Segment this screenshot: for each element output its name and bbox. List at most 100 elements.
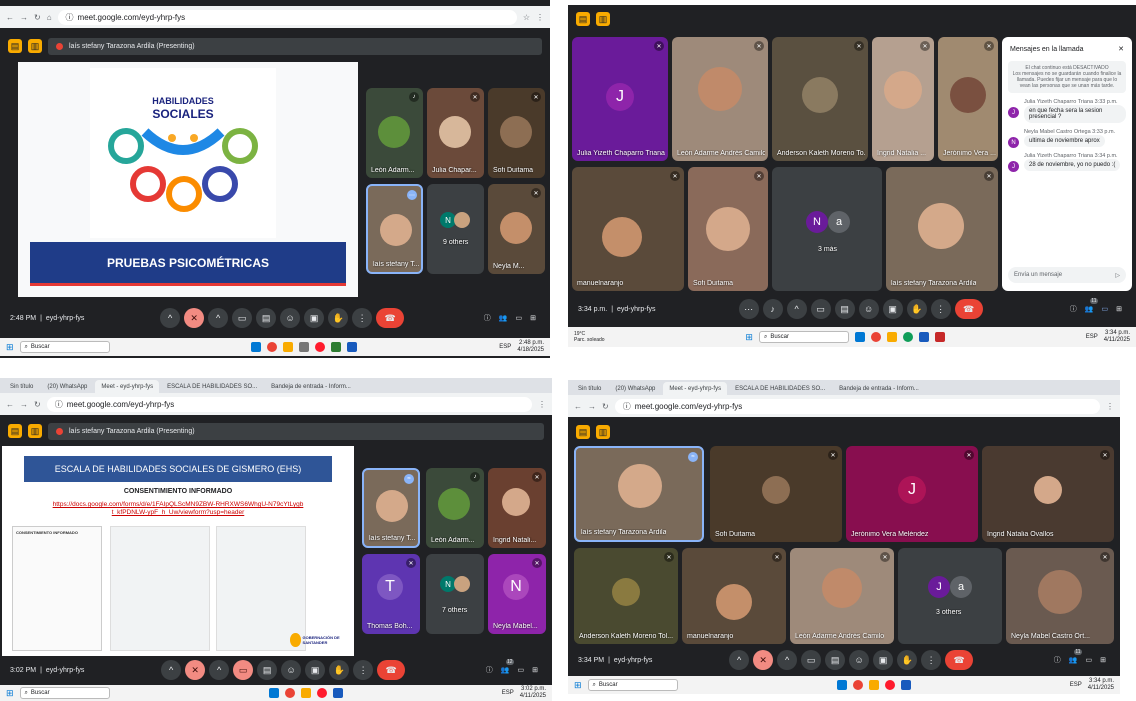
address-bar[interactable]: ⓘ meet.google.com/eyd-yhrp-fys	[57, 9, 517, 25]
participant-tile[interactable]: ✕ Sofi Duitama	[488, 88, 545, 178]
people-icon[interactable]: 👥 11	[1069, 649, 1082, 664]
emoji-button[interactable]: ☺	[280, 308, 301, 328]
browser-tab[interactable]: Bandeja de entrada - Inform...	[833, 382, 925, 395]
participant-tile[interactable]: ✕ Sofi Duitama	[688, 167, 768, 291]
participant-tile[interactable]: ✕ Neyla M...	[488, 184, 545, 274]
leave-call-button[interactable]: ☎	[954, 299, 983, 319]
participant-tile[interactable]: ✕ Jerónimo Vera ...	[938, 37, 998, 161]
settings-icon[interactable]	[299, 342, 310, 352]
participant-tile[interactable]: ✕ N Neyla Mabel...	[488, 554, 546, 634]
language-indicator[interactable]: ESP	[1086, 334, 1098, 340]
taskbar-search[interactable]: ⌕ Buscar	[19, 341, 110, 353]
browser-tab[interactable]: Sin título	[4, 380, 39, 393]
notes-icon[interactable]: ▤	[576, 425, 590, 439]
back-icon[interactable]: ←	[574, 402, 582, 411]
browser-tab[interactable]: (20) WhatsApp	[41, 380, 93, 393]
activities-icon[interactable]: ▥	[28, 424, 42, 438]
chat-icon[interactable]: ▭	[1086, 656, 1093, 664]
mic-button[interactable]: ♪	[762, 299, 783, 319]
more-options-button[interactable]: ⋮	[921, 650, 942, 670]
mic-button[interactable]: ✕	[185, 660, 206, 680]
camera-button[interactable]: ▭	[233, 660, 254, 680]
browser-tab[interactable]: Meet - eyd-yhrp-fys	[663, 382, 728, 395]
back-icon[interactable]: ←	[6, 400, 14, 409]
windows-start-icon[interactable]: ⊞	[574, 680, 582, 691]
emoji-button[interactable]: ☺	[858, 299, 879, 319]
taskbar-search[interactable]: ⌕ Buscar	[587, 679, 678, 691]
participant-tile[interactable]: ✕ T Thomas Boh...	[362, 554, 420, 634]
participant-tile[interactable]: ✕ Anderson Kaleth Moreno To...	[772, 37, 868, 161]
participant-tile[interactable]: ≈ laís stefany T...	[362, 468, 420, 548]
camera-button[interactable]: ▭	[801, 650, 822, 670]
more-options-button[interactable]: ⋮	[353, 660, 374, 680]
leave-call-button[interactable]: ☎	[377, 660, 406, 680]
folder-icon[interactable]	[868, 680, 879, 690]
participant-tile[interactable]: Na 3 más	[772, 167, 882, 291]
reload-icon[interactable]: ↻	[34, 400, 41, 409]
opera-icon[interactable]	[884, 680, 895, 690]
menu-icon[interactable]: ⋮	[538, 400, 546, 409]
forward-icon[interactable]: →	[588, 402, 596, 411]
participant-tile[interactable]: ✕ Neyla Mabel Castro Ort...	[1006, 548, 1114, 644]
forward-icon[interactable]: →	[20, 13, 28, 22]
participant-tile[interactable]: N9 others	[427, 184, 484, 274]
chat-icon[interactable]: ▭	[1102, 305, 1109, 313]
folder-icon[interactable]	[283, 342, 294, 352]
word-icon[interactable]	[332, 688, 343, 698]
present-button[interactable]: ▣	[873, 650, 894, 670]
participant-tile[interactable]: ✕ Ingrid Natalia Ovallos	[982, 446, 1114, 542]
chrome-icon[interactable]	[870, 332, 881, 342]
participant-tile[interactable]: ✕ Ingrid Natali...	[488, 468, 546, 548]
raise-hand-button[interactable]: ✋	[906, 299, 927, 319]
info-icon[interactable]: ⓘ	[1070, 304, 1077, 314]
captions-button[interactable]: ▤	[825, 650, 846, 670]
mic-button[interactable]: ✕	[184, 308, 205, 328]
language-indicator[interactable]: ESP	[1070, 682, 1082, 688]
weather-widget[interactable]: 19°C Parc. soleado	[574, 331, 605, 343]
more-icon[interactable]: ⋯	[407, 190, 417, 200]
camera-button[interactable]: ▭	[232, 308, 253, 328]
participant-tile[interactable]: ✕ León Adarme Andrés Camilo	[790, 548, 894, 644]
participant-tile[interactable]: ✕ Julia Chapar...	[427, 88, 484, 178]
edge-icon[interactable]	[902, 332, 913, 342]
chrome-icon[interactable]	[852, 680, 863, 690]
leave-call-button[interactable]: ☎	[945, 650, 974, 670]
chat-icon[interactable]: ▭	[518, 666, 525, 674]
activities-icon[interactable]: ▥	[28, 39, 42, 53]
menu-icon[interactable]: ⋮	[1106, 402, 1114, 411]
activities-icon[interactable]: ⊞	[1116, 305, 1122, 313]
windows-start-icon[interactable]: ⊞	[745, 332, 753, 343]
windows-start-icon[interactable]: ⊞	[6, 688, 14, 699]
app-icon[interactable]	[268, 688, 279, 698]
chevron-up-icon[interactable]: ^	[729, 650, 750, 670]
activities-icon[interactable]: ▥	[596, 12, 610, 26]
chevron-up-icon[interactable]: ^	[209, 660, 230, 680]
word-icon[interactable]	[918, 332, 929, 342]
camera-button[interactable]: ▭	[810, 299, 831, 319]
mic-button[interactable]: ✕	[753, 650, 774, 670]
people-icon[interactable]: 👥	[499, 314, 508, 322]
taskbar-search[interactable]: ⌕ Buscar	[19, 687, 110, 699]
language-indicator[interactable]: ESP	[499, 344, 511, 350]
taskbar-search[interactable]: ⌕ Buscar	[758, 331, 849, 343]
participant-tile[interactable]: ✕ Ingrid Natalia ...	[872, 37, 934, 161]
info-icon[interactable]: ⓘ	[484, 313, 491, 323]
participant-tile[interactable]: ≈ laís stefany Tarazona Ardila	[574, 446, 704, 542]
word-icon[interactable]	[347, 342, 358, 352]
windows-start-icon[interactable]: ⊞	[6, 342, 14, 353]
app-icon[interactable]	[934, 332, 945, 342]
opera-icon[interactable]	[315, 342, 326, 352]
browser-tab[interactable]: Meet - eyd-yhrp-fys	[95, 380, 160, 393]
browser-tab[interactable]: ESCALA DE HABILIDADES SO...	[729, 382, 831, 395]
participant-tile[interactable]: ♪ León Adarm...	[426, 468, 484, 548]
captions-button[interactable]: ▤	[256, 308, 277, 328]
participant-tile[interactable]: N7 others	[426, 554, 484, 634]
participant-tile[interactable]: ✕ J Jerónimo Vera Meléndez	[846, 446, 978, 542]
captions-button[interactable]: ▤	[257, 660, 278, 680]
word-icon[interactable]	[900, 680, 911, 690]
participant-tile[interactable]: ✕ laís stefany Tarazona Ardila	[886, 167, 998, 291]
chrome-icon[interactable]	[284, 688, 295, 698]
participant-tile[interactable]: ✕ Sofi Duitama	[710, 446, 842, 542]
star-icon[interactable]: ☆	[523, 13, 530, 22]
chevron-up-icon[interactable]: ^	[777, 650, 798, 670]
